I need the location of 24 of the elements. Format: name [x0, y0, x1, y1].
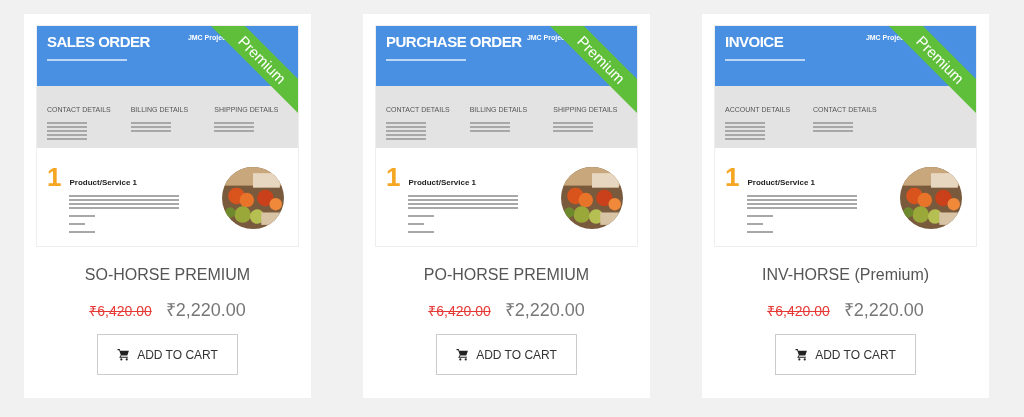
item-number: 1 — [47, 164, 62, 190]
add-to-cart-button[interactable]: ADD TO CART — [97, 334, 238, 375]
document-title: SALES ORDER — [47, 34, 150, 49]
add-to-cart-button[interactable]: ADD TO CART — [775, 334, 916, 375]
cart-icon — [117, 348, 131, 361]
product-name: SO-HORSE PREMIUM — [84, 267, 251, 283]
product-name: INV-HORSE (Premium) — [761, 267, 930, 283]
price: ₹2,220.00 — [504, 299, 585, 322]
document-title: INVOICE — [725, 34, 785, 49]
old-price: ₹6,420.00 — [89, 302, 152, 321]
item-number: 1 — [725, 164, 740, 190]
product-name: PO-HORSE PREMIUM — [423, 267, 590, 283]
item-title: Product/Service 1 — [408, 178, 477, 187]
cart-icon — [456, 348, 470, 361]
item-number: 1 — [386, 164, 401, 190]
item-title: Product/Service 1 — [747, 178, 816, 187]
cart-icon — [795, 348, 809, 361]
old-price: ₹6,420.00 — [428, 302, 491, 321]
item-title: Product/Service 1 — [69, 178, 138, 187]
price: ₹2,220.00 — [843, 299, 924, 322]
price: ₹2,220.00 — [165, 299, 246, 322]
add-to-cart-button[interactable]: ADD TO CART — [436, 334, 577, 375]
document-title: PURCHASE ORDER — [386, 34, 522, 49]
old-price: ₹6,420.00 — [767, 302, 830, 321]
